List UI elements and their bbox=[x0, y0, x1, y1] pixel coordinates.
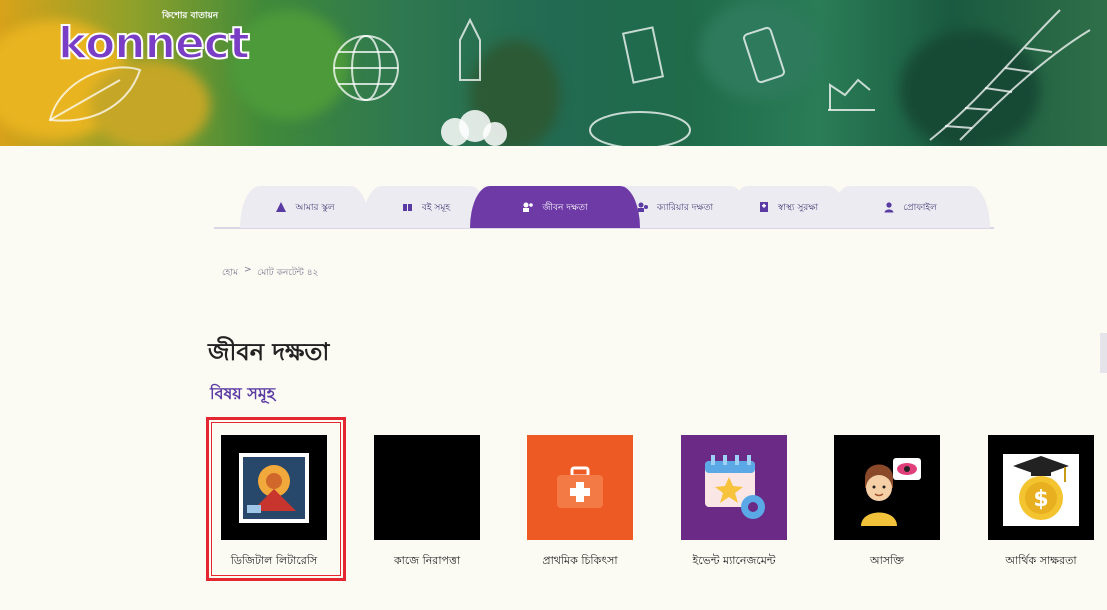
topic-card-financial-literacy[interactable]: $ আর্থিক সাক্ষরতা bbox=[988, 435, 1104, 571]
life-skills-icon bbox=[522, 201, 534, 213]
topic-label: আসক্তি bbox=[870, 554, 904, 567]
topic-card-work-safety[interactable]: কাজে নিরাপত্তা bbox=[374, 435, 490, 571]
tab-label: বই সমূহ bbox=[421, 202, 451, 213]
breadcrumb: হোম > মোট কনটেন্ট ৪২ bbox=[222, 265, 318, 280]
addiction-icon bbox=[861, 457, 921, 526]
topic-thumbnail bbox=[681, 435, 787, 540]
topic-label: ডিজিটাল লিটারেসি bbox=[230, 554, 318, 567]
event-management-icon bbox=[705, 454, 765, 519]
blank-thumbnail bbox=[374, 435, 480, 540]
scrollbar-thumb[interactable] bbox=[1100, 333, 1107, 373]
profile-icon bbox=[883, 201, 895, 213]
topic-thumbnail bbox=[527, 435, 633, 540]
digital-literacy-icon bbox=[239, 452, 309, 523]
topic-label: ইভেন্ট ম্যানেজমেন্ট bbox=[692, 554, 776, 567]
breadcrumb-home-link[interactable]: হোম bbox=[222, 265, 238, 280]
breadcrumb-separator: > bbox=[244, 265, 252, 275]
topic-thumbnail bbox=[221, 435, 327, 540]
page-title: জীবন দক্ষতা bbox=[208, 338, 330, 366]
section-title: বিষয় সমূহ bbox=[210, 384, 276, 403]
topic-card-first-aid[interactable]: প্রাথমিক চিকিৎসা bbox=[527, 435, 643, 571]
topic-thumbnail: $ bbox=[988, 435, 1094, 540]
tab-label: আমার স্কুল bbox=[295, 202, 335, 213]
tab-label: স্বাস্থ্য সুরক্ষা bbox=[777, 202, 819, 213]
svg-text:$: $ bbox=[1033, 487, 1048, 512]
tab-label: জীবন দক্ষতা bbox=[542, 202, 588, 213]
health-icon bbox=[758, 201, 770, 213]
financial-literacy-icon: $ bbox=[1003, 453, 1079, 526]
topic-card-event-management[interactable]: ইভেন্ট ম্যানেজমেন্ট bbox=[681, 435, 797, 571]
school-icon bbox=[275, 201, 287, 213]
tab-life-skills[interactable]: জীবন দক্ষতা bbox=[470, 186, 640, 228]
topic-thumbnail bbox=[834, 435, 940, 540]
header-banner: কিশোর বাতায়ন konnect bbox=[0, 0, 1107, 146]
topic-label: কাজে নিরাপত্তা bbox=[393, 554, 461, 567]
topic-card-digital-literacy[interactable]: ডিজিটাল লিটারেসি bbox=[221, 435, 337, 571]
topic-label: আর্থিক সাক্ষরতা bbox=[1005, 554, 1077, 567]
career-icon bbox=[637, 201, 649, 213]
tab-profile[interactable]: প্রোফাইল bbox=[830, 186, 990, 228]
books-icon bbox=[402, 201, 414, 213]
topic-label: প্রাথমিক চিকিৎসা bbox=[542, 554, 618, 567]
topic-card-addiction[interactable]: আসক্তি bbox=[834, 435, 950, 571]
tab-label: প্রোফাইল bbox=[903, 202, 937, 213]
tab-label: ক্যারিয়ার দক্ষতা bbox=[656, 202, 714, 213]
tab-my-school[interactable]: আমার স্কুল bbox=[240, 186, 370, 228]
first-aid-icon bbox=[557, 466, 603, 508]
breadcrumb-current: মোট কনটেন্ট ৪২ bbox=[257, 268, 319, 278]
brand-name: konnect bbox=[57, 17, 251, 70]
